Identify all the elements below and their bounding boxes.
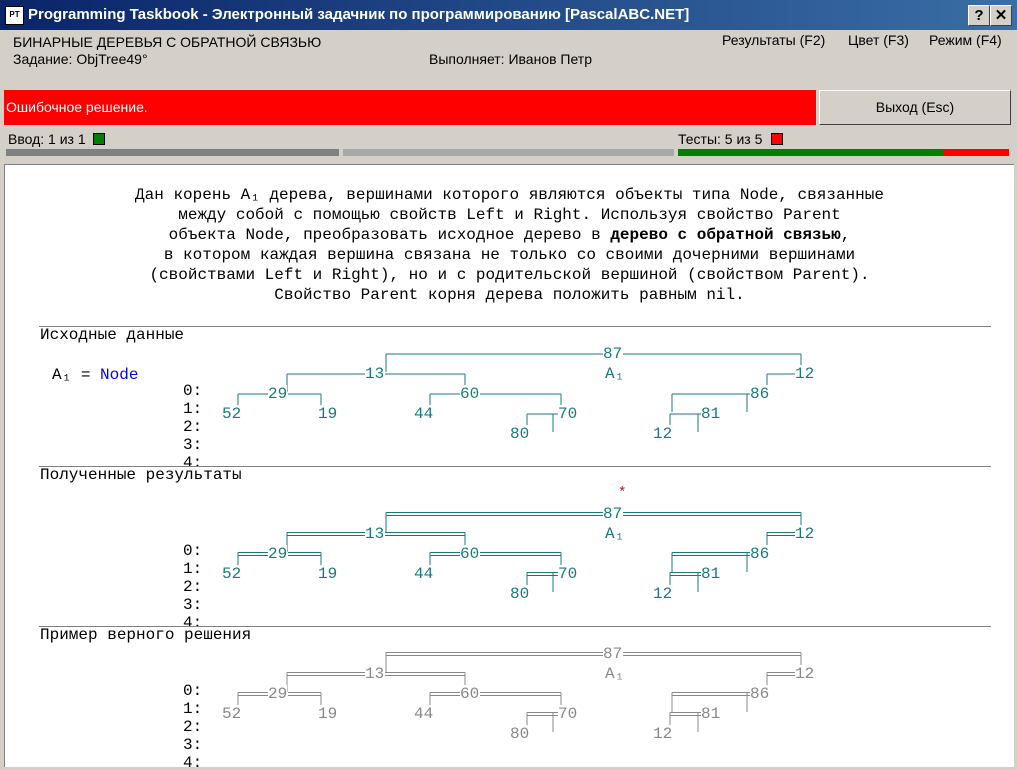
output-tree-node: 80 bbox=[510, 585, 530, 603]
input-tree-edges bbox=[237, 353, 802, 432]
output-tree-node: 13 bbox=[365, 525, 385, 543]
tests-progress-fill bbox=[678, 149, 943, 156]
example-tree-edge bbox=[385, 652, 802, 672]
input-tree-node: 12 bbox=[795, 365, 815, 383]
topic-title: БИНАРНЫЕ ДЕРЕВЬЯ С ОБРАТНОЙ СВЯЗЬЮ bbox=[13, 34, 322, 50]
input-tree-node: 60 bbox=[460, 385, 480, 403]
output-tree-edge bbox=[526, 572, 558, 592]
example-tree-node: 19 bbox=[318, 705, 338, 723]
output-tree-node: 44 bbox=[414, 565, 434, 583]
output-tree-edge bbox=[766, 532, 795, 552]
tests-indicator bbox=[771, 133, 783, 145]
example-tree-node: 86 bbox=[750, 685, 770, 703]
input-tree-edge bbox=[526, 413, 558, 432]
output-tree-node: 12 bbox=[795, 525, 815, 543]
input-tree-node: 52 bbox=[222, 405, 242, 423]
example-tree-edge bbox=[766, 672, 795, 692]
problem-term: дерево с обратной связью bbox=[610, 226, 841, 244]
example-tree-node: 12 bbox=[653, 725, 673, 743]
student-name: Выполняет: Иванов Петр bbox=[429, 51, 593, 67]
input-progress-bar-rest bbox=[343, 149, 674, 156]
input-section-title: Исходные данные bbox=[40, 326, 185, 344]
problem-line-2: между собой с помощью свойств Left и Rig… bbox=[178, 206, 841, 224]
example-tree-edge bbox=[429, 692, 562, 712]
task-info: БИНАРНЫЕ ДЕРЕВЬЯ С ОБРАТНОЙ СВЯЗЬЮ Задан… bbox=[0, 30, 1017, 88]
problem-line-3: объекта Node, преобразовать исходное дер… bbox=[168, 226, 851, 244]
input-tree-edge bbox=[766, 373, 795, 392]
task-name: Задание: ObjTree49° bbox=[13, 51, 148, 67]
tests-counter: Тесты: 5 из 5 bbox=[678, 131, 763, 147]
title-bar: PT Programming Taskbook - Электронный за… bbox=[0, 0, 1017, 30]
example-tree-node: 44 bbox=[414, 705, 434, 723]
help-button[interactable]: ? bbox=[968, 5, 990, 26]
example-tree-node: 12 bbox=[795, 665, 815, 683]
output-tree-node: 52 bbox=[222, 565, 242, 583]
window-title: Programming Taskbook - Электронный задач… bbox=[28, 6, 690, 23]
problem-line-6: Свойство Parent корня дерева положить ра… bbox=[274, 286, 745, 304]
input-tree-node: 19 bbox=[318, 405, 338, 423]
input-tree-node: 13 bbox=[365, 365, 385, 383]
input-counter: Ввод: 1 из 1 bbox=[8, 131, 86, 147]
problem-line-5: (свойствами Left и Right), но и с родите… bbox=[149, 266, 870, 284]
example-tree-node: 52 bbox=[222, 705, 242, 723]
output-tree-edge bbox=[669, 572, 701, 592]
tests-progress-bar bbox=[678, 149, 1009, 156]
input-tree-node: 70 bbox=[558, 405, 578, 423]
input-tree-node: 29 bbox=[268, 385, 288, 403]
output-tree-node: 12 bbox=[653, 585, 673, 603]
input-tree-node: 12 bbox=[653, 425, 673, 443]
problem-line-1: Дан корень A₁ дерева, вершинами которого… bbox=[135, 186, 884, 204]
task-content: Дан корень A₁ дерева, вершинами которого… bbox=[4, 164, 1014, 767]
input-tree-node: 81 bbox=[701, 405, 721, 423]
input-tree-edge bbox=[429, 393, 562, 412]
example-tree-node: 80 bbox=[510, 725, 530, 743]
output-section-title: Полученные результаты bbox=[40, 466, 242, 484]
error-marker: * bbox=[618, 485, 627, 501]
menu-mode[interactable]: Режим (F4) bbox=[929, 32, 1002, 48]
output-tree-edge bbox=[385, 512, 802, 532]
example-tree-root-marker: A₁ bbox=[605, 665, 625, 683]
input-indicator bbox=[93, 133, 105, 145]
exit-button[interactable]: Выход (Esc) bbox=[819, 90, 1011, 125]
input-tree-node: 44 bbox=[414, 405, 434, 423]
example-tree-node: 60 bbox=[460, 685, 480, 703]
example-tree-edge bbox=[526, 712, 558, 732]
example-tree-node: 29 bbox=[268, 685, 288, 703]
menu-color[interactable]: Цвет (F3) bbox=[848, 32, 909, 48]
input-progress-bar bbox=[6, 149, 339, 156]
status-message: Ошибочное решение. bbox=[6, 99, 148, 115]
output-tree-node: 81 bbox=[701, 565, 721, 583]
example-tree-node: 13 bbox=[365, 665, 385, 683]
example-tree-node: 70 bbox=[558, 705, 578, 723]
output-tree-root-marker: A₁ bbox=[605, 525, 625, 543]
output-tree-edge bbox=[429, 552, 562, 572]
example-tree-edge bbox=[669, 712, 701, 732]
output-tree-node: 19 bbox=[318, 565, 338, 583]
input-tree-edge bbox=[669, 413, 701, 432]
problem-line-4: в котором каждая вершина связана не толь… bbox=[163, 246, 856, 264]
input-tree-root-marker: A₁ bbox=[605, 365, 625, 383]
output-tree-node: 87 bbox=[603, 505, 623, 523]
example-tree-node: 87 bbox=[603, 645, 623, 663]
example-section-title: Пример верного решения bbox=[40, 626, 252, 644]
output-tree-node: 29 bbox=[268, 545, 288, 563]
main-window: PT Programming Taskbook - Электронный за… bbox=[0, 0, 1017, 770]
progress-row: Ввод: 1 из 1 Тесты: 5 из 5 bbox=[0, 128, 1017, 160]
output-tree-node: 86 bbox=[750, 545, 770, 563]
input-tree-edge bbox=[385, 353, 802, 372]
output-tree-node: 70 bbox=[558, 565, 578, 583]
output-tree-node: 60 bbox=[460, 545, 480, 563]
app-icon: PT bbox=[5, 6, 24, 25]
example-tree-edges bbox=[237, 652, 802, 732]
status-message-bar: Ошибочное решение. bbox=[4, 90, 816, 125]
input-tree-node: 80 bbox=[510, 425, 530, 443]
input-tree-node: 87 bbox=[603, 345, 623, 363]
output-tree-edges bbox=[237, 512, 802, 592]
example-tree-node: 81 bbox=[701, 705, 721, 723]
menu-results[interactable]: Результаты (F2) bbox=[722, 32, 825, 48]
input-tree-node: 86 bbox=[750, 385, 770, 403]
close-button[interactable]: ✕ bbox=[990, 5, 1012, 26]
